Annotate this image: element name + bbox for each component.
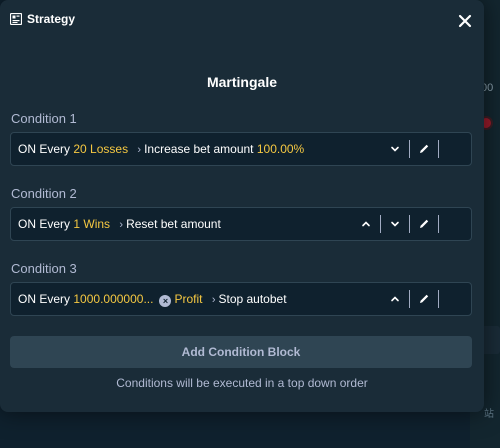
condition-3-on: ON bbox=[18, 292, 36, 306]
pencil-icon bbox=[420, 294, 429, 303]
pencil-icon bbox=[420, 219, 429, 228]
condition-2-on: ON bbox=[18, 217, 36, 231]
condition-1-on: ON bbox=[18, 142, 36, 156]
condition-2-text: ON Every 1 Wins › Reset bet amount bbox=[18, 208, 221, 240]
chevron-down-icon bbox=[391, 221, 399, 227]
move-up-button[interactable] bbox=[352, 208, 380, 240]
pencil-icon bbox=[420, 144, 429, 153]
divider bbox=[409, 215, 410, 233]
condition-3-text: ON Every 1000.000000... × Profit › Stop aut… bbox=[18, 283, 287, 315]
condition-3-actions bbox=[381, 283, 471, 315]
move-up-button[interactable] bbox=[381, 283, 409, 315]
edit-button[interactable] bbox=[410, 133, 438, 165]
divider bbox=[438, 215, 439, 233]
modal-header: Strategy bbox=[0, 0, 484, 40]
condition-2-trigger: 1 Wins bbox=[73, 217, 111, 231]
remove-icon[interactable]: × bbox=[159, 295, 172, 307]
divider bbox=[409, 290, 410, 308]
move-down-button[interactable] bbox=[381, 133, 409, 165]
condition-3-trigger: 1000.000000... bbox=[73, 292, 154, 306]
move-down-button[interactable] bbox=[381, 208, 409, 240]
condition-1-trigger: 20 Losses bbox=[73, 142, 129, 156]
footer-note: Conditions will be executed in a top dow… bbox=[116, 376, 368, 390]
chevron-up-icon bbox=[391, 296, 399, 302]
divider bbox=[438, 140, 439, 158]
close-icon[interactable] bbox=[456, 12, 474, 30]
strategy-modal: Strategy Martingale Condition 1 ON Every… bbox=[0, 0, 484, 412]
chevron-right-icon: › bbox=[211, 294, 216, 306]
condition-1-actions bbox=[381, 133, 471, 165]
strategy-icon bbox=[10, 13, 22, 25]
condition-3-every: Every bbox=[39, 292, 71, 306]
condition-2-every: Every bbox=[39, 217, 71, 231]
condition-1-action-value: 100.00% bbox=[256, 142, 305, 156]
chevron-right-icon: › bbox=[137, 144, 142, 156]
condition-2-action: Reset bet amount bbox=[126, 217, 221, 231]
condition-3-label: Condition 3 bbox=[11, 261, 77, 276]
edit-button[interactable] bbox=[410, 283, 438, 315]
condition-3-row: ON Every 1000.000000... × Profit › Stop aut… bbox=[10, 282, 472, 316]
add-condition-block-button[interactable]: Add Condition Block bbox=[10, 336, 472, 368]
condition-2-row: ON Every 1 Wins › Reset bet amount bbox=[10, 207, 472, 241]
chevron-up-icon bbox=[362, 221, 370, 227]
condition-1-label: Condition 1 bbox=[11, 111, 77, 126]
divider bbox=[438, 290, 439, 308]
modal-title: Strategy bbox=[27, 12, 76, 26]
background-stub-small-text: 站 bbox=[484, 409, 494, 420]
condition-1-text: ON Every 20 Losses › Increase bet amount … bbox=[18, 133, 304, 165]
chevron-right-icon: › bbox=[119, 219, 124, 231]
condition-1-action: Increase bet amount bbox=[144, 142, 254, 156]
strategy-name: Martingale bbox=[206, 74, 277, 90]
divider bbox=[380, 215, 381, 233]
condition-3-trigger-type: Profit bbox=[174, 292, 203, 306]
edit-button[interactable] bbox=[410, 208, 438, 240]
divider bbox=[409, 140, 410, 158]
condition-3-action: Stop autobet bbox=[218, 292, 287, 306]
condition-1-every: Every bbox=[39, 142, 71, 156]
condition-2-label: Condition 2 bbox=[11, 186, 77, 201]
chevron-down-icon bbox=[391, 146, 399, 152]
condition-2-actions bbox=[352, 208, 471, 240]
condition-1-row: ON Every 20 Losses › Increase bet amount … bbox=[10, 132, 472, 166]
